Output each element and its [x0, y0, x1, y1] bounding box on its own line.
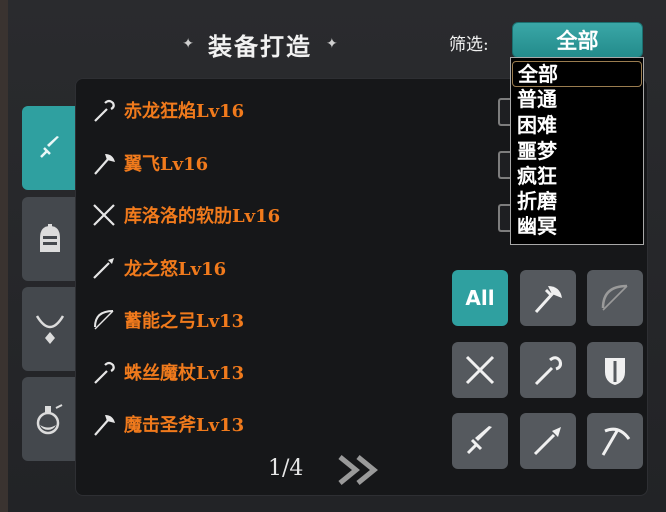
pickaxe-icon [601, 427, 631, 456]
sword-icon [466, 426, 492, 455]
bow-icon [90, 306, 118, 334]
item-name: 蓄能之弓Lv13 [124, 311, 245, 332]
necklace-icon [35, 315, 65, 344]
side-tab-consumable[interactable] [22, 377, 78, 461]
type-filter-spear[interactable] [520, 413, 576, 469]
dropdown-option[interactable]: 噩梦 [517, 139, 557, 163]
staff-icon [90, 358, 118, 386]
list-item[interactable]: 蓄能之弓Lv13 [90, 305, 244, 335]
helmet-icon [40, 224, 60, 252]
item-name: 龙之怒Lv16 [124, 259, 227, 280]
type-filter-pickaxe[interactable] [587, 413, 643, 469]
title-ornament-right: ✦ [326, 36, 338, 52]
page-indicator: 1/4 [268, 456, 304, 481]
bow-icon [601, 284, 628, 311]
staff-icon [90, 96, 118, 124]
sword-icon [40, 136, 59, 158]
axe-icon [90, 410, 118, 438]
item-name: 赤龙狂焰Lv16 [124, 101, 245, 122]
filter-select[interactable]: 全部 [512, 22, 643, 58]
filter-dropdown-menu: 全部 普通 困难 噩梦 疯狂 折磨 幽冥 [510, 57, 644, 245]
dropdown-option[interactable]: 幽冥 [517, 214, 557, 238]
list-item[interactable]: 魔击圣斧Lv13 [90, 409, 244, 439]
crossed-blades-icon [90, 201, 118, 229]
filter-label: 筛选: [449, 35, 489, 55]
item-name: 魔击圣斧Lv13 [124, 415, 245, 436]
dropdown-option[interactable]: 困难 [517, 113, 557, 137]
page-title: ✦ 装备打造 ✦ [170, 26, 350, 62]
type-filter-bow[interactable] [587, 270, 643, 326]
item-name: 库洛洛的软肋Lv16 [124, 206, 281, 227]
axe-icon [534, 286, 562, 314]
item-name: 蛛丝魔杖Lv13 [124, 363, 245, 384]
potion-icon [36, 404, 63, 435]
spear-icon [90, 254, 118, 282]
spear-icon [533, 427, 561, 456]
next-page-icon[interactable] [336, 453, 384, 487]
staff-icon [534, 356, 562, 386]
side-tab-weapons[interactable] [22, 106, 78, 190]
dropdown-option-selected[interactable]: 全部 [512, 61, 642, 87]
list-item[interactable]: 翼飞Lv16 [90, 148, 208, 178]
item-name: 翼飞Lv16 [124, 154, 209, 175]
type-filter-all[interactable]: All [452, 270, 508, 326]
list-item[interactable]: 蛛丝魔杖Lv13 [90, 357, 244, 387]
side-tab-armor[interactable] [22, 197, 78, 281]
type-filter-label: All [465, 286, 495, 310]
game-window: ✦ 装备打造 ✦ 筛选: 全部 赤龙狂焰Lv16 翼飞Lv16 库洛洛的软肋Lv… [0, 0, 666, 512]
list-item[interactable]: 赤龙狂焰Lv16 [90, 95, 244, 125]
title-text: 装备打造 [208, 31, 312, 61]
list-item[interactable]: 龙之怒Lv16 [90, 253, 226, 283]
shield-icon [605, 358, 625, 385]
type-filter-sword[interactable] [452, 413, 508, 469]
type-filter-axe[interactable] [520, 270, 576, 326]
dropdown-option[interactable]: 疯狂 [517, 164, 557, 188]
title-ornament-left: ✦ [182, 36, 194, 52]
type-filter-shield[interactable] [587, 342, 643, 398]
dropdown-option[interactable]: 普通 [517, 87, 557, 111]
side-tab-accessory[interactable] [22, 287, 78, 371]
list-item[interactable]: 库洛洛的软肋Lv16 [90, 200, 280, 230]
crossed-blades-icon [465, 355, 495, 385]
dropdown-option[interactable]: 折磨 [517, 189, 557, 213]
type-filter-staff[interactable] [520, 342, 576, 398]
axe-icon [90, 149, 118, 177]
type-filter-dual-blade[interactable] [452, 342, 508, 398]
